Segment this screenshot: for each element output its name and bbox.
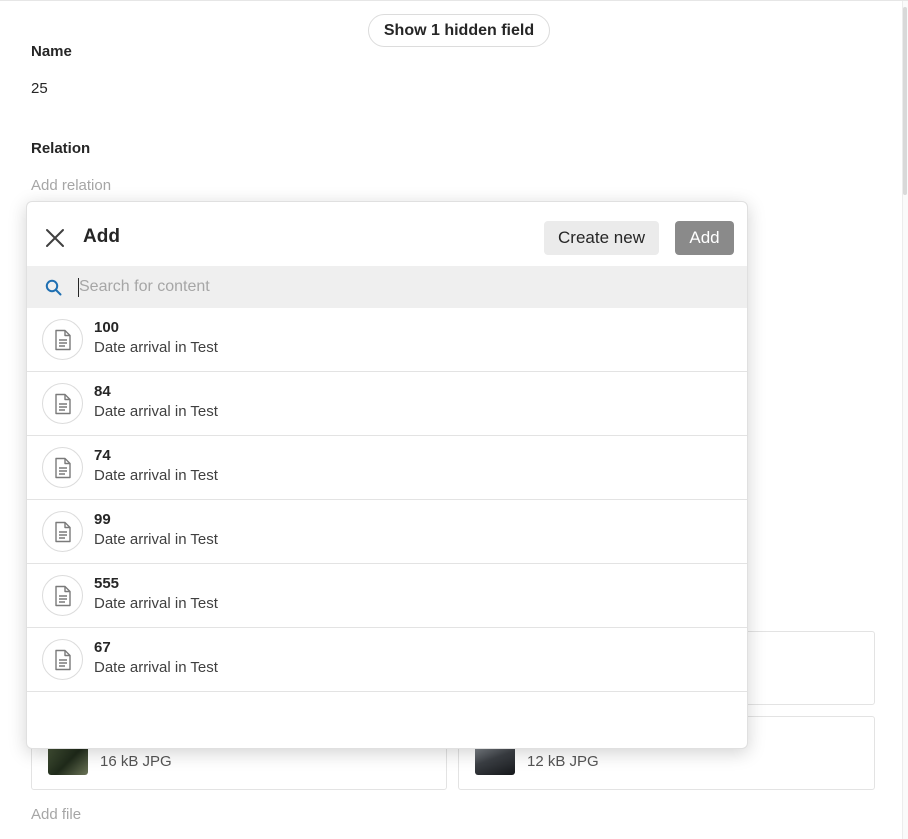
dialog-title: Add — [83, 226, 120, 247]
list-item-title: 100 — [94, 319, 120, 336]
list-item-subtitle: Date arrival in Test — [94, 403, 218, 420]
scrollbar-thumb[interactable] — [903, 7, 907, 195]
list-item-title: 99 — [94, 511, 111, 528]
dialog-header: Add Create new Add — [27, 202, 747, 266]
list-item[interactable]: 555 Date arrival in Test — [27, 564, 747, 628]
create-new-button[interactable]: Create new — [544, 221, 659, 255]
name-field-label: Name — [31, 43, 72, 60]
list-item-title: 74 — [94, 447, 111, 464]
list-item-subtitle: Date arrival in Test — [94, 467, 218, 484]
list-item-subtitle: Date arrival in Test — [94, 659, 218, 676]
add-relation-link[interactable]: Add relation — [31, 177, 111, 194]
show-hidden-field-button[interactable]: Show 1 hidden field — [368, 14, 550, 47]
list-item-title: 67 — [94, 639, 111, 656]
list-item-subtitle: Date arrival in Test — [94, 531, 218, 548]
list-item-title: 555 — [94, 575, 120, 592]
search-bar — [27, 266, 747, 308]
list-item[interactable]: 67 Date arrival in Test — [27, 628, 747, 692]
add-button[interactable]: Add — [675, 221, 734, 255]
name-field-value[interactable]: 25 — [31, 80, 48, 97]
list-item[interactable]: 100 Date arrival in Test — [27, 308, 747, 372]
document-icon — [42, 575, 83, 616]
search-icon — [45, 279, 62, 296]
page-scrollbar[interactable] — [902, 1, 908, 839]
document-icon — [42, 447, 83, 488]
list-item[interactable]: 84 Date arrival in Test — [27, 372, 747, 436]
content-results-list: 100 Date arrival in Test 84 Date arrival… — [27, 308, 747, 692]
document-icon — [42, 511, 83, 552]
file-meta: 16 kB JPG — [100, 753, 172, 770]
relation-field-label: Relation — [31, 140, 91, 157]
search-input[interactable] — [79, 274, 719, 300]
document-icon — [42, 639, 83, 680]
file-meta: 12 kB JPG — [527, 753, 599, 770]
list-item[interactable]: 74 Date arrival in Test — [27, 436, 747, 500]
entry-editor-page: Show 1 hidden field Name 25 Relation Add… — [0, 0, 908, 839]
list-item[interactable]: 99 Date arrival in Test — [27, 500, 747, 564]
list-item-subtitle: Date arrival in Test — [94, 595, 218, 612]
close-icon[interactable] — [43, 226, 67, 250]
document-icon — [42, 319, 83, 360]
add-file-link[interactable]: Add file — [31, 806, 81, 823]
add-content-dialog: Add Create new Add Search for content 10… — [26, 201, 748, 749]
list-item-subtitle: Date arrival in Test — [94, 339, 218, 356]
document-icon — [42, 383, 83, 424]
list-item-title: 84 — [94, 383, 111, 400]
